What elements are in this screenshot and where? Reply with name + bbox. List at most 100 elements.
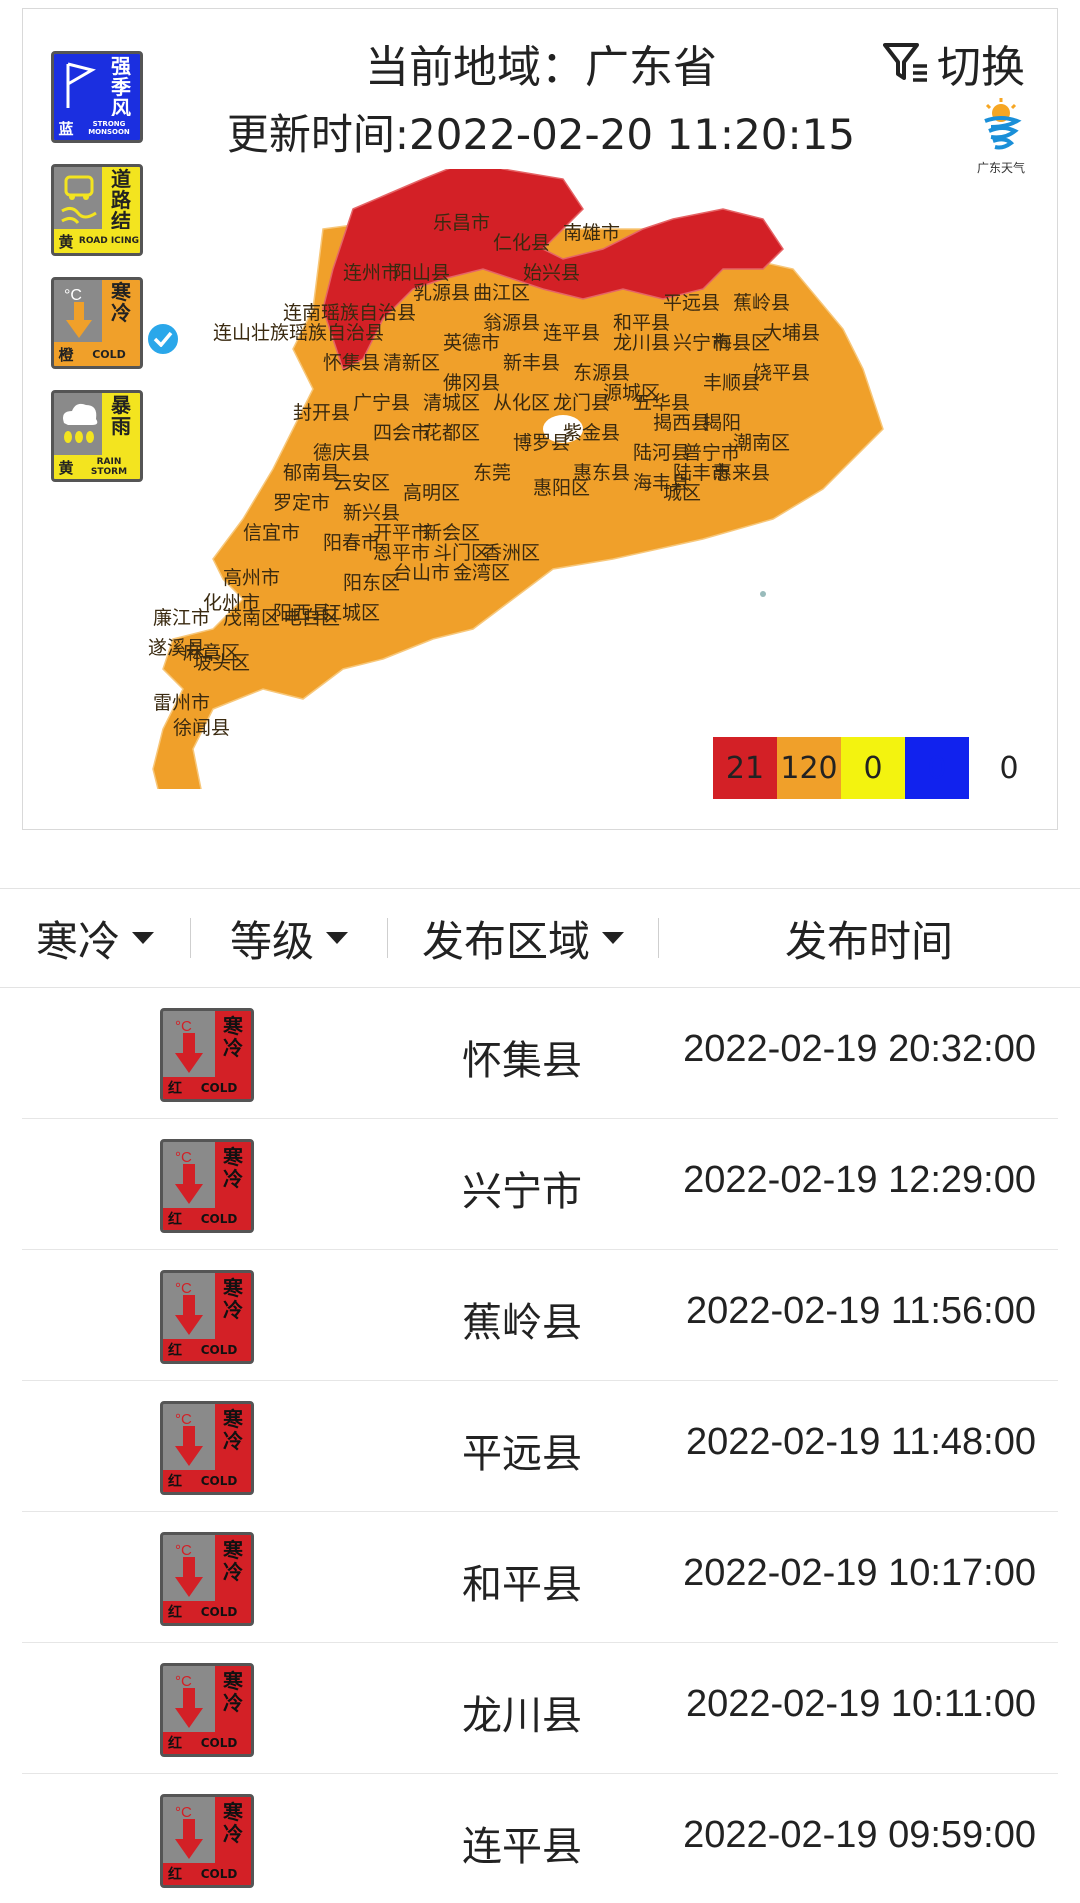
map-county-label: 平远县: [663, 293, 720, 314]
filter-type-dropdown[interactable]: 寒冷: [0, 889, 190, 987]
list-item[interactable]: °C 寒冷 红 COLD 蕉岭县 2022-02-19 11:56:00: [22, 1250, 1058, 1381]
warning-area: 连平县: [462, 1824, 582, 1870]
map-county-label: 封开县: [293, 402, 350, 424]
warning-tile-rainstorm[interactable]: 暴雨 黄 RAIN STORM: [51, 390, 143, 482]
chevron-down-icon: [602, 932, 624, 944]
map-county-label: 翁源县: [483, 312, 540, 334]
list-item[interactable]: °C 寒冷 红 COLD 怀集县 2022-02-19 20:32:00: [22, 988, 1058, 1119]
map-county-label: 始兴县: [523, 262, 580, 284]
map-county-label: 信宜市: [243, 522, 300, 544]
tile-english: STRONG MONSOON: [88, 120, 130, 136]
map-county-label: 龙川县: [613, 332, 670, 354]
map-county-label: 恩平市: [373, 542, 430, 564]
warning-time: 2022-02-19 10:17:00: [683, 1552, 1036, 1594]
cold-red-icon: °C 寒冷 红 COLD: [160, 1794, 254, 1888]
map-county-label: 龙门县: [553, 392, 610, 414]
map-county-label: 开平市: [373, 522, 430, 544]
province-warning-map[interactable]: 乐昌市 南雄市仁化县连州市阳山县乳源县 曲江区始兴县连南瑶族自治县连山壮族瑶族自治县…: [143, 169, 983, 789]
tile-level: 橙: [58, 345, 74, 364]
map-county-label: 曲江区: [473, 282, 530, 304]
list-item[interactable]: °C 寒冷 红 COLD 龙川县 2022-02-19 10:11:00: [22, 1643, 1058, 1774]
map-county-label: 连州市: [343, 262, 400, 284]
map-county-label: 博罗县: [513, 432, 570, 454]
map-county-label: 怀集县: [323, 352, 380, 374]
tile-side-text: 暴雨: [102, 393, 140, 457]
map-county-label: 广宁县: [353, 392, 410, 414]
legend-yellow-count: 0: [841, 737, 905, 799]
svg-text:°C: °C: [175, 1542, 192, 1559]
map-county-label: 清城区: [423, 392, 480, 414]
map-county-label: 惠阳区: [533, 477, 590, 499]
filter-area-dropdown[interactable]: 发布区域: [388, 889, 658, 987]
map-legend: 21 120 0 0 0: [713, 737, 1029, 799]
weather-logo-icon: [984, 98, 1022, 150]
map-county-label: 从化区: [493, 392, 550, 414]
map-county-label: 乳源县: [413, 282, 470, 304]
legend-blue-count: 0: [905, 737, 969, 799]
map-county-label: 新会区: [423, 522, 480, 544]
list-item[interactable]: °C 寒冷 红 COLD 兴宁市 2022-02-19 12:29:00: [22, 1119, 1058, 1250]
warning-time: 2022-02-19 10:11:00: [685, 1683, 1036, 1725]
warning-time: 2022-02-19 12:29:00: [683, 1159, 1036, 1201]
filter-time-label: 发布时间: [784, 916, 953, 966]
map-county-label: 阳春市: [323, 532, 380, 554]
map-county-label: 电白区: [283, 607, 340, 629]
cold-red-icon: °C 寒冷 红 COLD: [160, 1270, 254, 1364]
svg-text:°C: °C: [175, 1411, 192, 1428]
warning-tile-road-icing[interactable]: 道路结冰 黄 ROAD ICING: [51, 164, 143, 256]
warning-time: 2022-02-19 11:56:00: [685, 1290, 1036, 1332]
list-item[interactable]: °C 寒冷 红 COLD 连平县 2022-02-19 09:59:00: [22, 1774, 1058, 1903]
update-time: 更新时间:2022-02-20 11:20:15: [226, 110, 856, 159]
map-county-label: 斗门区: [433, 542, 490, 564]
filter-level-dropdown[interactable]: 等级: [191, 889, 387, 987]
map-county-label: 东莞: [473, 462, 511, 484]
map-county-label: 高州市: [223, 567, 280, 589]
tile-level: 黄: [58, 232, 74, 251]
tile-english: RAIN STORM: [90, 457, 128, 477]
list-item[interactable]: °C 寒冷 红 COLD 平远县 2022-02-19 11:48:00: [22, 1381, 1058, 1512]
warning-area: 平远县: [462, 1431, 582, 1477]
map-county-label: 金湾区: [453, 562, 510, 584]
map-county-label: 城区: [663, 482, 701, 504]
warning-tile-strong-monsoon[interactable]: 强季风 蓝 STRONG MONSOON: [51, 51, 143, 143]
map-county-label: 饶平县: [753, 362, 810, 384]
map-county-label: 郁南县: [283, 462, 340, 484]
list-item[interactable]: °C 寒冷 红 COLD 和平县 2022-02-19 10:17:00: [22, 1512, 1058, 1643]
tile-side-text: 道路结冰: [102, 167, 140, 253]
svg-text:°C: °C: [64, 287, 82, 304]
sort-time-header[interactable]: 发布时间: [659, 889, 1079, 987]
map-county-label: 阳东区: [343, 572, 400, 594]
map-county-label: 陆河县: [633, 442, 690, 464]
filter-area-label: 发布区域: [421, 916, 590, 966]
warning-area: 怀集县: [462, 1038, 582, 1084]
switch-region-button[interactable]: 切换: [883, 33, 1025, 93]
rainstorm-icon: [54, 393, 104, 457]
map-county-label: 紫金县: [563, 422, 620, 444]
map-county-label: 乐昌市: [433, 212, 490, 234]
road-icing-icon: [54, 167, 104, 231]
map-county-label: 东源县: [573, 362, 630, 384]
svg-text:°C: °C: [175, 1149, 192, 1166]
warning-time: 2022-02-19 11:48:00: [685, 1421, 1036, 1463]
cold-red-icon: °C 寒冷 红 COLD: [160, 1008, 254, 1102]
map-county-label: 连南瑶族自治县: [283, 302, 416, 324]
tile-side-text: 强季风: [102, 54, 140, 119]
cold-red-icon: °C 寒冷 红 COLD: [160, 1139, 254, 1233]
map-county-label: 连山壮族瑶族自治县: [213, 322, 384, 344]
warning-area: 兴宁市: [462, 1169, 582, 1215]
warning-time: 2022-02-19 20:32:00: [683, 1028, 1036, 1070]
switch-label: 切换: [937, 42, 1025, 93]
map-county-label: 蕉岭县: [733, 292, 790, 314]
svg-text:°C: °C: [175, 1804, 192, 1821]
map-county-label: 大埔县: [763, 322, 820, 344]
warning-area: 蕉岭县: [462, 1300, 582, 1346]
map-county-label: 潮南区: [733, 432, 790, 454]
map-county-label: 梅县区: [713, 332, 770, 354]
map-county-label: 新兴县: [343, 502, 400, 524]
chevron-down-icon: [326, 932, 348, 944]
svg-text:°C: °C: [175, 1018, 192, 1035]
cold-red-icon: °C 寒冷 红 COLD: [160, 1532, 254, 1626]
warning-tile-cold[interactable]: °C 寒冷 橙 COLD: [51, 277, 143, 369]
flag-icon: [54, 54, 104, 118]
map-county-label: 云安区: [333, 472, 390, 494]
